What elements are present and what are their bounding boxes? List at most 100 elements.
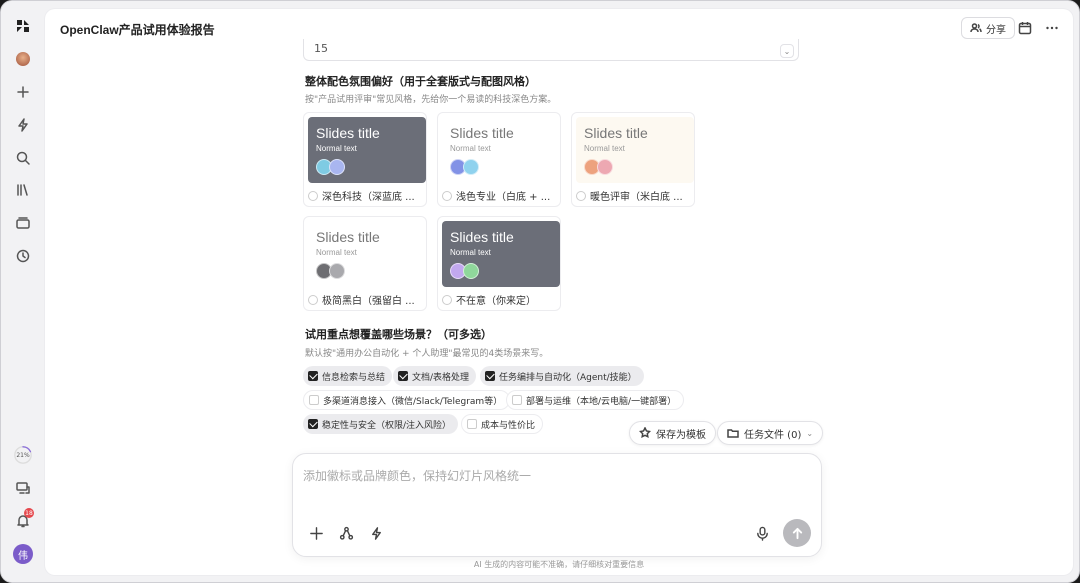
preview-subtitle: Normal text — [450, 248, 491, 257]
scenario-chip[interactable]: 多渠道消息接入（微信/Slack/Telegram等） — [303, 390, 511, 410]
preview-subtitle: Normal text — [316, 248, 357, 257]
palette-option-dont-care[interactable]: Slides title Normal text 不在意（你来定） — [437, 216, 561, 311]
chip-label: 信息检索与总结 — [322, 372, 386, 383]
more-options-icon[interactable] — [1043, 19, 1061, 37]
radio-button[interactable] — [308, 294, 318, 305]
palette-question-title: 整体配色氛围偏好（用于全套版式与配图风格） — [305, 75, 536, 88]
library-icon[interactable] — [12, 179, 34, 201]
checkbox[interactable] — [512, 395, 522, 405]
preview-title: Slides title — [316, 229, 380, 245]
ai-disclaimer: AI 生成的内容可能不准确，请仔细核对重要信息 — [473, 560, 645, 569]
save-template-button[interactable]: 保存为模板 — [629, 421, 716, 445]
app-window: 21% 18 伟 OpenClaw产品试用体验报告 分享 15 ⌄ 整体配色氛围… — [0, 0, 1080, 583]
preview-title: Slides title — [584, 125, 648, 141]
avatar-letter: 伟 — [13, 544, 33, 564]
scenario-chip[interactable]: 成本与性价比 — [461, 414, 544, 434]
option-text: 极简黑白（强留白 ... — [322, 296, 415, 307]
page-title: OpenClaw产品试用体验报告 — [60, 23, 215, 37]
chip-label: 文档/表格处理 — [412, 372, 470, 383]
palette-option-warm-review[interactable]: Slides title Normal text 暖色评审（米白底 ... — [571, 112, 695, 207]
palette-preview: Slides title Normal text — [442, 221, 560, 287]
share-button[interactable]: 分享 — [961, 17, 1015, 39]
chip-label: 成本与性价比 — [481, 420, 536, 431]
chevron-down-icon: ⌄ — [806, 428, 814, 438]
share-users-icon — [970, 23, 982, 33]
app-logo-icon[interactable] — [12, 15, 34, 37]
option-text: 暖色评审（米白底 ... — [590, 192, 683, 203]
bell-icon[interactable]: 18 — [12, 508, 34, 532]
message-input[interactable] — [303, 466, 723, 486]
chip-label: 部署与运维（本地/云电脑/一键部署） — [526, 396, 677, 407]
palette-option-light-pro[interactable]: Slides title Normal text 浅色专业（白底 + ... — [437, 112, 561, 207]
palette-option-label: 暖色评审（米白底 ... — [576, 188, 683, 203]
palette-option-dark-tech[interactable]: Slides title Normal text 深色科技（深蓝底 ... — [303, 112, 427, 207]
checkbox[interactable] — [398, 371, 408, 381]
palette-option-label: 极简黑白（强留白 ... — [308, 292, 415, 307]
scenario-question-desc: 默认按"通用办公自动化 + 个人助理"最常见的4类场景来写。 — [305, 349, 549, 359]
color-swatch — [463, 263, 479, 279]
palette-preview: Slides title Normal text — [308, 117, 426, 183]
scenario-chip[interactable]: 文档/表格处理 — [393, 366, 477, 386]
scenario-chip[interactable]: 任务编排与自动化（Agent/技能） — [480, 366, 644, 386]
save-template-label: 保存为模板 — [656, 429, 706, 441]
option-text: 不在意（你来定） — [456, 296, 536, 307]
message-composer — [292, 453, 822, 557]
palette-option-label: 深色科技（深蓝底 ... — [308, 188, 415, 203]
radio-button[interactable] — [442, 294, 452, 305]
account-avatar[interactable]: 伟 — [12, 543, 34, 565]
user-avatar-icon[interactable] — [12, 48, 34, 70]
arrow-up-icon — [792, 527, 802, 539]
palette-preview: Slides title Normal text — [576, 117, 694, 183]
checkbox[interactable] — [308, 371, 318, 381]
scenario-question-title: 试用重点想覆盖哪些场景？（可多选） — [305, 328, 492, 341]
color-swatch — [597, 159, 613, 175]
usage-progress-label: 21% — [16, 451, 30, 459]
calendar-schedule-icon[interactable] — [1016, 19, 1034, 37]
radio-button[interactable] — [308, 190, 318, 201]
chevron-down-icon[interactable]: ⌄ — [780, 44, 794, 58]
task-files-label: 任务文件 (0) — [744, 429, 802, 441]
usage-progress-ring[interactable]: 21% — [12, 444, 34, 466]
count-select[interactable]: 15 ⌄ — [303, 39, 799, 61]
radio-button[interactable] — [442, 190, 452, 201]
task-files-button[interactable]: 任务文件 (0) ⌄ — [717, 421, 824, 445]
checkbox[interactable] — [467, 419, 477, 429]
scenario-chip[interactable]: 部署与运维（本地/云电脑/一键部署） — [506, 390, 685, 410]
preview-subtitle: Normal text — [450, 144, 491, 153]
left-rail: 21% 18 伟 — [1, 1, 45, 582]
color-swatch — [463, 159, 479, 175]
preview-title: Slides title — [450, 229, 514, 245]
palette-option-minimal-bw[interactable]: Slides title Normal text 极简黑白（强留白 ... — [303, 216, 427, 311]
scenario-chip[interactable]: 信息检索与总结 — [303, 366, 393, 386]
checkbox[interactable] — [308, 419, 318, 429]
send-button[interactable] — [783, 519, 811, 547]
bolt-icon[interactable] — [12, 114, 34, 136]
palette-question-desc: 按"产品试用评审"常见风格，先给你一个易读的科技深色方案。 — [305, 95, 557, 105]
history-clock-icon[interactable] — [12, 245, 34, 267]
chip-label: 稳定性与安全（权限/注入风险） — [322, 420, 452, 431]
checkbox[interactable] — [485, 371, 495, 381]
devices-icon[interactable] — [12, 477, 34, 499]
chip-label: 任务编排与自动化（Agent/技能） — [499, 372, 637, 383]
add-plus-icon[interactable] — [307, 524, 325, 542]
checkbox[interactable] — [309, 395, 319, 405]
workflow-nodes-icon[interactable] — [337, 524, 355, 542]
template-icon — [639, 427, 651, 439]
radio-button[interactable] — [576, 190, 586, 201]
briefcase-icon[interactable] — [12, 212, 34, 234]
notification-badge: 18 — [24, 508, 34, 518]
scenario-chip[interactable]: 稳定性与安全（权限/注入风险） — [303, 414, 459, 434]
preview-title: Slides title — [450, 125, 514, 141]
microphone-icon[interactable] — [753, 524, 771, 542]
option-text: 浅色专业（白底 + ... — [456, 192, 551, 203]
preview-title: Slides title — [316, 125, 380, 141]
main-panel: OpenClaw产品试用体验报告 分享 15 ⌄ 整体配色氛围偏好（用于全套版式… — [45, 9, 1073, 575]
search-icon[interactable] — [12, 147, 34, 169]
palette-option-label: 不在意（你来定） — [442, 292, 536, 307]
count-select-value: 15 — [314, 42, 328, 55]
folder-icon — [727, 429, 739, 438]
bolt-icon[interactable] — [367, 524, 385, 542]
palette-preview: Slides title Normal text — [308, 221, 426, 287]
new-plus-icon[interactable] — [12, 81, 34, 103]
preview-subtitle: Normal text — [584, 144, 625, 153]
